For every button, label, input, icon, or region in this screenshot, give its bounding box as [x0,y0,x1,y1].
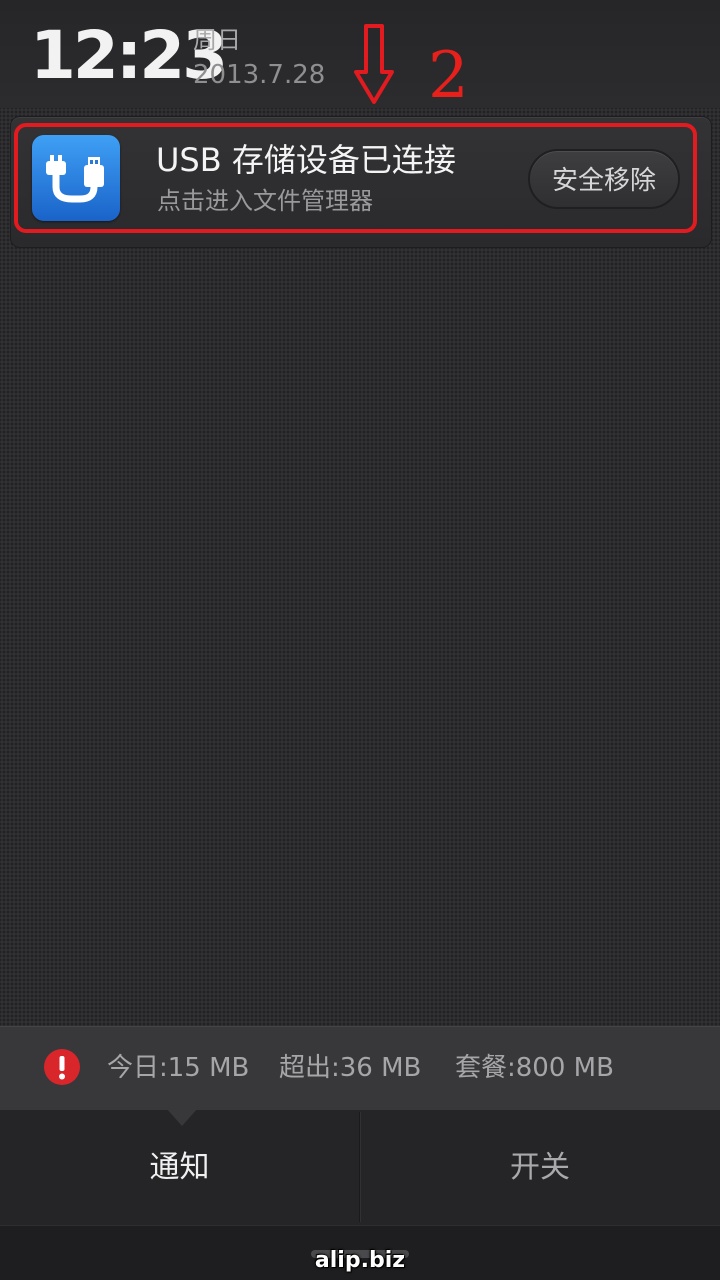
data-today: 今日:15 MB [107,1053,250,1083]
annotation-number: 2 [428,39,469,113]
tab-toggles[interactable]: 开关 [360,1110,720,1225]
weekday: 周日 [193,26,241,54]
annotation-highlight-box [14,123,697,233]
data-plan: 套餐:800 MB [455,1053,614,1083]
date: 2013.7.28 [193,60,326,90]
notification-shade: 12:23 周日 2013.7.28 2 USB 存储设备已连接 点击进入文件管… [0,0,720,1280]
tab-notifications[interactable]: 通知 [0,1110,359,1225]
watermark: alip.biz [314,1248,406,1273]
alert-icon [44,1049,80,1085]
data-over: 超出:36 MB [279,1053,422,1083]
down-arrow-icon [354,24,394,104]
